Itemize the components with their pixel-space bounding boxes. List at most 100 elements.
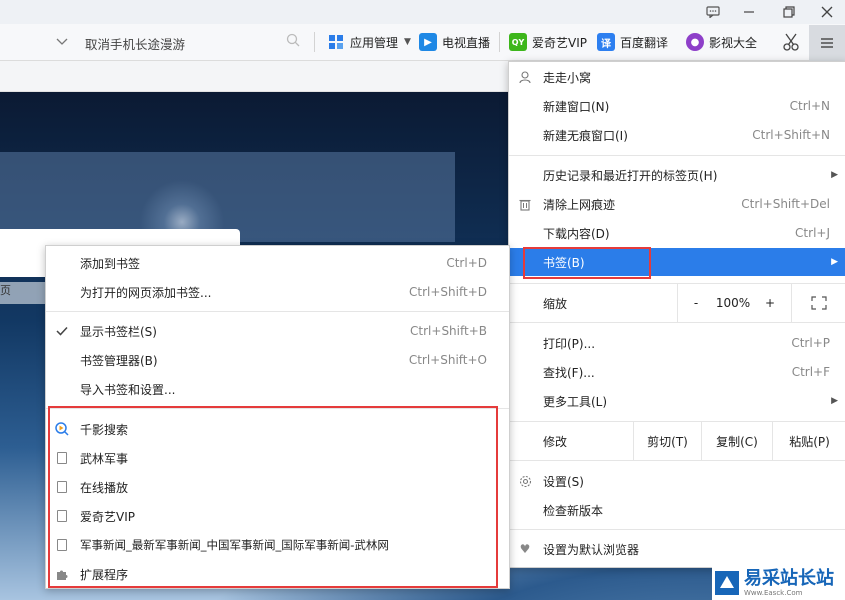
menu-shortcut: Ctrl+D <box>446 256 487 270</box>
menu-label: 新建窗口(N) <box>543 99 610 114</box>
toolbar-item-label: 应用管理 <box>350 35 399 50</box>
menu-history[interactable]: 历史记录和最近打开的标签页(H) ▶ <box>509 161 845 189</box>
menu-label: 书签管理器(B) <box>80 353 158 368</box>
menu-find[interactable]: 查找(F)... Ctrl+F <box>509 358 845 386</box>
close-icon[interactable] <box>809 0 845 24</box>
menu-label: 设置(S) <box>543 474 584 489</box>
cut-button[interactable]: 剪切(T) <box>634 422 701 460</box>
toolbar-film[interactable]: ● 影视大全 <box>686 32 757 52</box>
menu-shortcut: Ctrl+P <box>791 336 830 350</box>
chevron-right-icon: ▶ <box>831 170 838 180</box>
menu-divider <box>509 460 845 461</box>
menu-label: 检查新版本 <box>543 503 604 518</box>
annotation-highlight-box <box>523 247 651 279</box>
menu-label: 新建无痕窗口(I) <box>543 128 628 143</box>
toolbar-tv-live[interactable]: ▶ 电视直播 <box>419 32 490 52</box>
menu-label: 导入书签和设置... <box>80 382 176 397</box>
menu-divider <box>509 322 845 323</box>
menu-divider <box>677 284 678 322</box>
copy-button[interactable]: 复制(C) <box>702 422 772 460</box>
toolbar-item-label: 影视大全 <box>709 35 758 50</box>
menu-check-update[interactable]: 检查新版本 <box>509 496 845 524</box>
scissors-icon[interactable] <box>782 32 800 52</box>
toolbar-app-manager[interactable]: 应用管理 ▼ <box>327 32 411 52</box>
toolbar-baidu-translate[interactable]: 译 百度翻译 <box>597 32 668 52</box>
feedback-icon[interactable] <box>695 0 731 24</box>
menu-shortcut: Ctrl+Shift+O <box>408 353 487 367</box>
restore-icon[interactable] <box>771 0 807 24</box>
film-icon: ● <box>686 33 704 51</box>
menu-clear-history[interactable]: 清除上网痕迹 Ctrl+Shift+Del <box>509 190 845 218</box>
apps-grid-icon <box>327 33 345 51</box>
menu-label: 更多工具(L) <box>543 394 608 409</box>
menu-label: 添加到书签 <box>80 256 141 271</box>
menu-default-browser[interactable]: ♥ 设置为默认浏览器 <box>509 535 845 563</box>
menu-downloads[interactable]: 下载内容(D) Ctrl+J <box>509 219 845 247</box>
minimize-icon[interactable] <box>731 0 767 24</box>
checkmark-icon <box>55 324 69 338</box>
bookmark-import[interactable]: 导入书签和设置... <box>46 375 509 403</box>
iqiyi-icon: QY <box>509 33 527 51</box>
gear-icon <box>518 474 532 488</box>
menu-divider <box>509 155 845 156</box>
menu-shortcut: Ctrl+Shift+B <box>410 324 487 338</box>
toolbar-divider <box>314 32 315 52</box>
logo-icon <box>715 571 739 595</box>
toolbar-iqiyi[interactable]: QY 爱奇艺VIP <box>509 32 587 52</box>
menu-shortcut: Ctrl+Shift+N <box>752 128 830 142</box>
toolbar: 取消手机长途漫游 应用管理 ▼ ▶ 电视直播 QY 爱奇艺VIP 译 百度翻译 … <box>0 24 845 61</box>
menu-label: 显示书签栏(S) <box>80 324 157 339</box>
menu-shortcut: Ctrl+Shift+Del <box>741 197 830 211</box>
chevron-right-icon: ▶ <box>831 257 838 267</box>
paste-button[interactable]: 粘贴(P) <box>773 422 845 460</box>
title-bar <box>0 0 845 24</box>
bookmark-add-all[interactable]: 为打开的网页添加书签... Ctrl+Shift+D <box>46 278 509 306</box>
menu-shortcut: Ctrl+J <box>795 226 830 240</box>
menu-label: 设置为默认浏览器 <box>543 542 640 557</box>
menu-more-tools[interactable]: 更多工具(L) ▶ <box>509 387 845 415</box>
menu-label: 缩放 <box>543 296 568 311</box>
search-icon[interactable] <box>286 33 304 51</box>
menu-label: 下载内容(D) <box>543 226 610 241</box>
main-menu: 走走小窝 新建窗口(N) Ctrl+N 新建无痕窗口(I) Ctrl+Shift… <box>508 61 845 568</box>
zoom-in-button[interactable]: + <box>755 284 785 322</box>
watermark-logo: 易采站长站 Www.Easck.Com <box>712 566 845 600</box>
page-edge-text: 页 <box>0 282 48 304</box>
menu-label: 清除上网痕迹 <box>543 197 616 212</box>
toolbar-item-label: 电视直播 <box>442 35 491 50</box>
bookmark-submenu: 添加到书签 Ctrl+D 为打开的网页添加书签... Ctrl+Shift+D … <box>45 245 510 589</box>
watermark-text: 易采站长站 <box>744 567 834 589</box>
address-bar-text[interactable]: 取消手机长途漫游 <box>85 34 185 53</box>
bookmark-manager[interactable]: 书签管理器(B) Ctrl+Shift+O <box>46 346 509 374</box>
heart-icon: ♥ <box>519 542 531 556</box>
menu-print[interactable]: 打印(P)... Ctrl+P <box>509 329 845 357</box>
menu-shortcut: Ctrl+F <box>791 365 830 379</box>
menu-user-label: 走走小窝 <box>543 70 592 85</box>
tv-play-icon: ▶ <box>419 33 437 51</box>
user-icon <box>518 70 532 84</box>
menu-shortcut: Ctrl+N <box>789 99 830 113</box>
menu-label: 修改 <box>543 434 568 449</box>
menu-new-window[interactable]: 新建窗口(N) Ctrl+N <box>509 92 845 120</box>
bookmark-show-bar[interactable]: 显示书签栏(S) Ctrl+Shift+B <box>46 317 509 345</box>
chevron-right-icon: ▶ <box>831 396 838 406</box>
menu-label: 为打开的网页添加书签... <box>80 285 212 300</box>
menu-hamburger-icon[interactable] <box>809 25 845 61</box>
menu-label: 查找(F)... <box>543 365 595 380</box>
menu-divider <box>509 529 845 530</box>
menu-user[interactable]: 走走小窝 <box>509 63 845 91</box>
bookmark-add[interactable]: 添加到书签 Ctrl+D <box>46 249 509 277</box>
menu-label: 历史记录和最近打开的标签页(H) <box>543 168 718 183</box>
chevron-down-icon[interactable] <box>56 32 72 52</box>
translate-icon: 译 <box>597 33 615 51</box>
trash-icon <box>518 197 532 211</box>
fullscreen-icon[interactable] <box>792 284 845 322</box>
zoom-out-button[interactable]: - <box>681 284 711 322</box>
menu-divider <box>46 311 509 312</box>
menu-settings[interactable]: 设置(S) <box>509 467 845 495</box>
toolbar-item-label: 百度翻译 <box>620 35 669 50</box>
menu-shortcut: Ctrl+Shift+D <box>409 285 487 299</box>
toolbar-item-label: 爱奇艺VIP <box>532 35 587 50</box>
menu-new-incognito[interactable]: 新建无痕窗口(I) Ctrl+Shift+N <box>509 121 845 149</box>
toolbar-divider <box>499 32 500 52</box>
